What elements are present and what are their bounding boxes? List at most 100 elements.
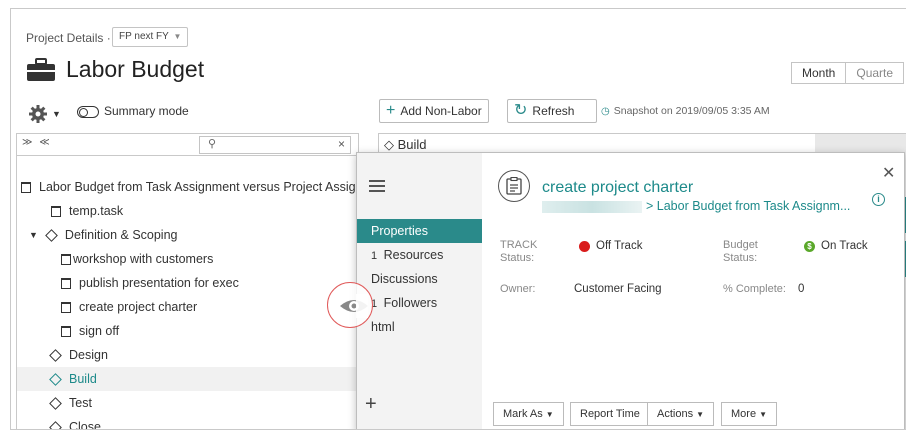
tree-header: ≫ ≪ ⚲ × [17,134,358,156]
nav-properties[interactable]: Properties [357,219,482,243]
tree-row-label: Close [69,420,101,430]
tree-row-milestone[interactable]: Design [17,343,358,367]
briefcase-icon [27,57,55,81]
title-row: Labor Budget [26,56,204,83]
task-icon [61,301,71,313]
milestone-icon [45,228,58,242]
track-status-value: Off Track [579,240,642,252]
tree-row-label: workshop with customers [73,252,214,266]
tree-row-label: temp.task [69,204,124,218]
grid-header-label: ◇ Build [384,137,427,152]
expand-collapse-icon[interactable]: ≫ ≪ [22,137,52,148]
tree-row-milestone[interactable]: Test [17,391,358,415]
task-breadcrumb[interactable]: > Labor Budget from Task Assignm... [542,199,850,213]
track-status-label: TRACK Status: [500,239,538,264]
add-non-labor-button[interactable]: + Add Non-Labor [379,99,489,123]
tree-row-task[interactable]: workshop with customers [17,247,358,271]
clock-icon: ◷ [601,105,610,117]
actions-button[interactable]: Actions ▼ [647,402,714,426]
resources-count: 1 [371,250,378,262]
tree-panel: ≫ ≪ ⚲ × Labor Budget from Task Assignmen… [16,133,359,430]
plus-icon: + [386,102,396,119]
milestone-icon [49,396,62,410]
tree-row-label: create project charter [79,300,198,314]
task-icon [61,325,71,337]
milestone-icon [49,372,62,386]
snapshot-text: Snapshot on 2019/09/05 3:35 AM [613,105,770,117]
expand-triangle-icon[interactable]: ▼ [29,230,38,240]
fp-select[interactable]: FP next FY ▼ [112,27,189,47]
info-icon[interactable]: i [872,193,885,206]
chevron-down-icon: ▼ [52,109,61,119]
tree-row-milestone-selected[interactable]: Build [17,367,358,391]
eye-slash-icon [340,294,368,318]
nav-resources-label: Resources [383,248,444,262]
project-icon [21,181,31,193]
milestone-icon [49,348,62,362]
snapshot-info: ◷ Snapshot on 2019/09/05 3:35 AM [601,105,770,117]
add-icon[interactable]: + [365,393,377,416]
summary-mode-toggle[interactable] [77,106,99,118]
tree-row-task[interactable]: create project charter [17,295,358,319]
chevron-down-icon: ▼ [545,410,554,419]
menu-icon[interactable] [369,180,385,195]
tree-row-task[interactable]: sign off [17,319,358,343]
task-avatar [498,170,530,202]
refresh-button[interactable]: ↻ Refresh [507,99,597,123]
nav-resources[interactable]: 1 Resources [357,243,482,267]
chevron-down-icon: ▼ [696,410,704,419]
period-toggle: Month Quarte [791,62,905,84]
dollar-icon: $ [804,240,815,252]
close-icon[interactable]: ✕ [882,163,895,183]
owner-label: Owner: [500,283,536,295]
tree-row-task[interactable]: publish presentation for exec [17,271,358,295]
tree-row-label: publish presentation for exec [79,276,239,290]
tree-search-input[interactable]: ⚲ × [199,136,351,154]
summary-mode-label: Summary mode [104,104,189,118]
eye-toggle[interactable] [327,282,373,328]
clear-icon[interactable]: × [338,137,345,151]
gear-icon [29,105,47,123]
task-icon [61,253,71,265]
popup-sidebar: Properties 1 Resources Discussions 1 Fol… [357,153,482,429]
tree-row-task[interactable]: temp.task [17,199,358,223]
nav-html[interactable]: html [357,315,482,339]
task-icon [61,277,71,289]
tree-row-project[interactable]: Labor Budget from Task Assignment versus… [17,175,358,199]
tab-month[interactable]: Month [792,63,845,83]
task-icon [51,205,61,217]
search-icon: ⚲ [208,138,217,150]
tree-row-label: Build [69,372,97,386]
fp-select-value: FP next FY [119,31,169,42]
nav-followers[interactable]: 1 Followers [357,291,482,315]
settings-menu[interactable]: ▼ [28,104,61,124]
nav-followers-label: Followers [383,296,438,310]
app-frame: Project Details · FP next FY ▼ Labor Bud… [10,8,906,430]
nav-discussions[interactable]: Discussions [357,267,482,291]
tree-row-milestone[interactable]: ▼ Definition & Scoping [17,223,358,247]
tree-row-milestone[interactable]: Close [17,415,358,430]
chevron-down-icon: ▼ [173,32,182,41]
task-breadcrumb-text: > Labor Budget from Task Assignm... [646,199,851,213]
off-track-icon [579,240,590,252]
clipboard-icon [506,177,522,195]
refresh-label: Refresh [532,104,575,118]
milestone-icon [49,420,62,429]
tree-row-label: Labor Budget from Task Assignment versus… [39,180,356,194]
more-button[interactable]: More ▼ [721,402,777,426]
task-details-popup: Properties 1 Resources Discussions 1 Fol… [356,152,905,429]
tab-quarter[interactable]: Quarte [845,63,903,83]
tree-row-label: Test [69,396,92,410]
breadcrumb[interactable]: Project Details · [26,31,111,45]
report-time-button[interactable]: Report Time [570,402,650,426]
percent-complete-label: % Complete: [723,283,786,295]
task-title[interactable]: create project charter [542,179,693,197]
tree-row-label: Definition & Scoping [64,228,178,242]
budget-status-label: Budget Status: [723,239,758,264]
percent-complete-value: 0 [798,283,805,295]
refresh-icon: ↻ [514,102,528,119]
mark-as-button[interactable]: Mark As ▼ [493,402,564,426]
owner-value: Customer Facing [574,283,662,295]
tree-row-label: Design [69,348,108,362]
chevron-down-icon: ▼ [759,410,767,419]
